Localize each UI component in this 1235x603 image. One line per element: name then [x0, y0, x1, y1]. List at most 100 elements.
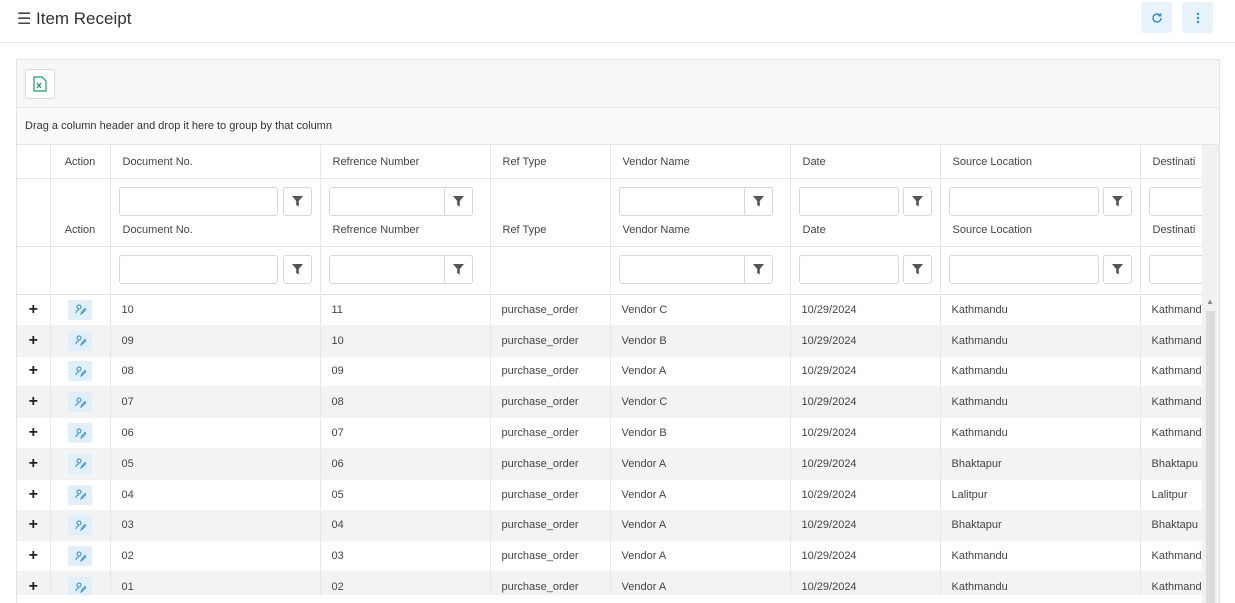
table-row[interactable]: +06 07 purchase_order Vendor B 10/29/2024 Kat… — [17, 417, 1202, 449]
filter2-cell-vendor-name — [610, 246, 791, 293]
expand-row-button[interactable]: + — [17, 448, 51, 480]
filter-icon — [452, 196, 464, 207]
filter-button-document-no[interactable] — [282, 187, 312, 216]
edit-button[interactable] — [68, 330, 92, 351]
expand-row-button[interactable]: + — [17, 417, 51, 449]
expand-row-button[interactable]: + — [17, 386, 51, 419]
column-header-source-location[interactable]: Source Location — [940, 145, 1141, 179]
cell-vendor-name: Vendor A — [610, 479, 791, 511]
grid-toolbar — [17, 60, 1219, 108]
expand-row-button[interactable]: + — [17, 540, 51, 573]
column-header-date[interactable]: Date — [790, 145, 941, 179]
column-header-vendor-name[interactable]: Vendor Name — [610, 145, 791, 179]
expand-row-button[interactable]: + — [17, 571, 51, 595]
edit-button[interactable] — [68, 299, 92, 320]
cell-date: 10/29/2024 — [790, 356, 941, 388]
filter-button-date[interactable] — [902, 187, 932, 216]
vertical-scrollbar[interactable]: ▲ — [1202, 145, 1219, 603]
edit-button[interactable] — [68, 423, 92, 444]
filter2-input-vendor-name[interactable] — [618, 255, 759, 284]
menu-icon[interactable]: ☰ — [17, 9, 31, 29]
expand-row-button[interactable]: + — [17, 510, 51, 542]
action-cell — [50, 448, 111, 480]
edit-button[interactable] — [68, 577, 92, 595]
filter2-button-date[interactable] — [902, 255, 932, 284]
filter-button-reference-number[interactable] — [443, 187, 473, 216]
cell-ref-type: purchase_order — [490, 295, 611, 326]
cell-document-no: 01 — [110, 571, 321, 595]
expand-row-button[interactable]: + — [17, 325, 51, 357]
column-header-ref-type[interactable]: Ref Type — [490, 145, 611, 179]
filter2-cell-source-location — [940, 246, 1141, 293]
cell-source-location: Lalitpur — [940, 479, 1141, 511]
expand-row-button[interactable]: + — [17, 295, 51, 326]
scrollbar-thumb[interactable] — [1206, 311, 1215, 603]
plus-icon: + — [28, 300, 38, 318]
expand-row-button[interactable]: + — [17, 356, 51, 388]
cell-date: 10/29/2024 — [790, 295, 941, 326]
filter-cell-reference-number: Refrence Number — [320, 178, 491, 247]
cell-vendor-name: Vendor C — [610, 295, 791, 326]
filter-expand — [17, 178, 51, 247]
table-row[interactable]: +03 04 purchase_order Vendor A 10/29/2024 Bha… — [17, 510, 1202, 542]
user-edit-icon — [75, 366, 86, 377]
filter2-button-reference-number[interactable] — [443, 255, 473, 284]
column-header-document-no[interactable]: Document No. — [110, 145, 321, 179]
filter2-input-destination[interactable] — [1148, 255, 1202, 284]
filter-icon — [1111, 264, 1123, 275]
scroll-up-icon[interactable]: ▲ — [1206, 297, 1214, 306]
filter-button-vendor-name[interactable] — [743, 187, 773, 216]
table-row[interactable]: +07 08 purchase_order Vendor C 10/29/2024 Kat… — [17, 386, 1202, 419]
edit-button[interactable] — [68, 484, 92, 505]
table-row[interactable]: +05 06 purchase_order Vendor A 10/29/2024 Bha… — [17, 448, 1202, 480]
group-panel[interactable]: Drag a column header and drop it here to… — [17, 108, 1219, 145]
excel-export-button[interactable] — [25, 69, 55, 99]
cell-date: 10/29/2024 — [790, 417, 941, 449]
filter2-button-source-location[interactable] — [1102, 255, 1132, 284]
refresh-button[interactable] — [1141, 2, 1172, 33]
filter-caption-action: Action — [64, 224, 96, 236]
filter-icon — [911, 264, 923, 275]
filter2-input-date[interactable] — [798, 255, 899, 284]
column-header-destination[interactable]: Destinati — [1140, 145, 1202, 179]
column-header-action[interactable]: Action — [50, 145, 111, 179]
edit-button[interactable] — [68, 546, 92, 567]
cell-document-no: 08 — [110, 356, 321, 388]
filter2-input-source-location[interactable] — [948, 255, 1099, 284]
cell-source-location: Kathmandu — [940, 417, 1141, 449]
filter-input-document-no[interactable] — [118, 187, 278, 216]
table-row[interactable]: +10 11 purchase_order Vendor C 10/29/2024 Kat… — [17, 295, 1202, 326]
item-receipt-grid: Drag a column header and drop it here to… — [16, 59, 1220, 603]
action-cell — [50, 540, 111, 573]
action-cell — [50, 417, 111, 449]
filter-input-date[interactable] — [798, 187, 899, 216]
table-row[interactable]: +04 05 purchase_order Vendor A 10/29/2024 Lal… — [17, 479, 1202, 511]
table-row[interactable]: +08 09 purchase_order Vendor A 10/29/2024 Kat… — [17, 356, 1202, 388]
table-row[interactable]: +01 02 purchase_order Vendor A 10/29/2024 Kat… — [17, 571, 1202, 595]
filter2-cell-date — [790, 246, 941, 293]
filter-input-vendor-name[interactable] — [618, 187, 759, 216]
filter-button-source-location[interactable] — [1102, 187, 1132, 216]
table-row[interactable]: +02 03 purchase_order Vendor A 10/29/2024 Kat… — [17, 540, 1202, 573]
expand-row-button[interactable]: + — [17, 479, 51, 511]
excel-export-icon — [33, 76, 47, 92]
table-row[interactable]: +09 10 purchase_order Vendor B 10/29/2024 Kat… — [17, 325, 1202, 357]
edit-button[interactable] — [68, 453, 92, 474]
more-options-button[interactable] — [1182, 2, 1213, 33]
edit-button[interactable] — [68, 515, 92, 536]
filter2-input-document-no[interactable] — [118, 255, 278, 284]
filter2-button-document-no[interactable] — [282, 255, 312, 284]
filter-input-source-location[interactable] — [948, 187, 1099, 216]
filter-input-destination[interactable] — [1148, 187, 1202, 216]
refresh-icon — [1151, 12, 1162, 23]
edit-button[interactable] — [68, 361, 92, 382]
cell-destination: Kathmand — [1140, 325, 1202, 357]
cell-source-location: Kathmandu — [940, 325, 1141, 357]
edit-button[interactable] — [68, 392, 92, 413]
filter-caption-document-no: Document No. — [122, 224, 193, 236]
filter2-button-vendor-name[interactable] — [743, 255, 773, 284]
column-header-reference-number[interactable]: Refrence Number — [320, 145, 491, 179]
user-edit-icon — [75, 489, 86, 501]
plus-icon: + — [28, 578, 38, 595]
action-cell — [50, 295, 111, 326]
